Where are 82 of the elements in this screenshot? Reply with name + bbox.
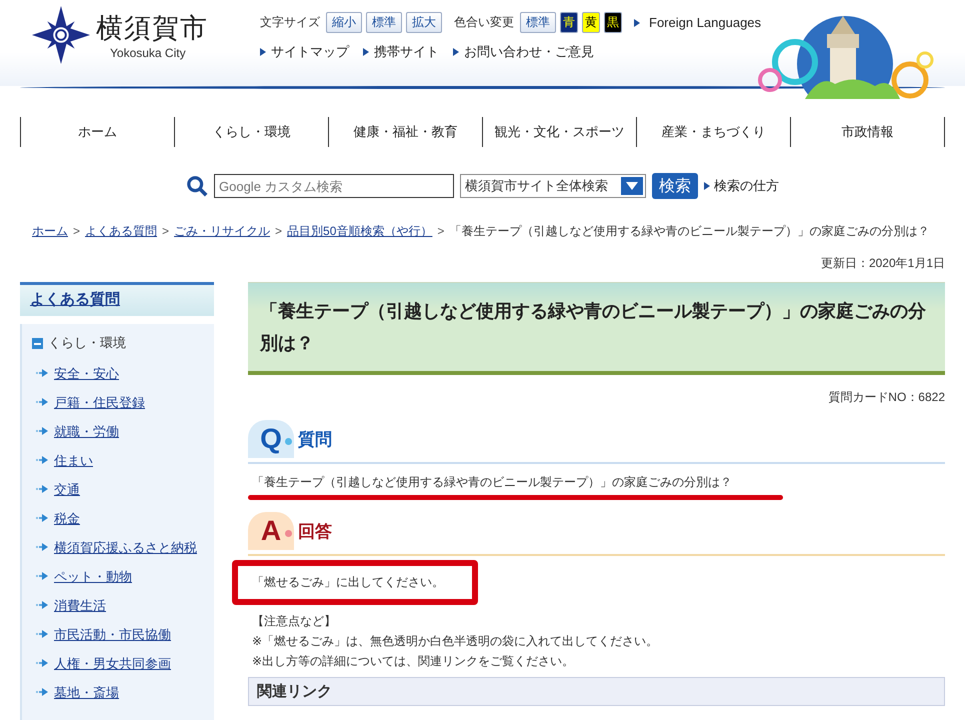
- breadcrumb-link[interactable]: よくある質問: [85, 224, 158, 238]
- sidebar-link[interactable]: 住まい: [54, 451, 93, 470]
- triangle-icon: [704, 182, 710, 190]
- question-text: 「養生テープ（引越しなど使用する緑や青のビニール製テープ）」の家庭ごみの分別は？: [252, 474, 733, 491]
- nav-tab[interactable]: 観光・文化・スポーツ: [483, 117, 637, 147]
- arrow-icon: [36, 572, 48, 580]
- sidebar-link[interactable]: 横須賀応援ふるさと納税: [54, 538, 197, 557]
- color-theme-button[interactable]: 黄: [582, 12, 600, 33]
- question-heading: 質問: [298, 428, 332, 450]
- updated-date: 更新日：2020年1月1日: [820, 256, 945, 270]
- answer-heading: 回答: [298, 520, 332, 542]
- related-links-heading: 関連リンク: [248, 677, 945, 706]
- text-size-button[interactable]: 標準: [366, 12, 402, 33]
- nav-tab[interactable]: くらし・環境: [175, 117, 329, 147]
- arrow-icon: [36, 398, 48, 406]
- breadcrumb-link[interactable]: ごみ・リサイクル: [174, 224, 270, 238]
- sidebar-category: くらし・環境: [48, 334, 126, 352]
- breadcrumb-current: 「養生テープ（引越しなど使用する緑や青のビニール製テープ）」の家庭ごみの分別は？: [449, 224, 930, 238]
- note-text: ※出し方等の詳細については、関連リンクをご覧ください。: [252, 653, 576, 670]
- color-theme-button[interactable]: 標準: [520, 12, 556, 33]
- emblem-icon: [32, 6, 90, 64]
- color-change-label: 色合い変更: [454, 14, 514, 31]
- breadcrumb-link[interactable]: 品目別50音順検索（や行）: [287, 224, 432, 238]
- utility-link[interactable]: お問い合わせ・ご意見: [464, 43, 594, 61]
- city-subtitle: Yokosuka City: [110, 46, 187, 60]
- utility-link[interactable]: 携帯サイト: [374, 43, 439, 61]
- sidebar-link[interactable]: 安全・安心: [54, 364, 119, 383]
- breadcrumb-separator: >: [73, 224, 80, 238]
- triangle-icon: [634, 18, 640, 26]
- search-field[interactable]: Google カスタム検索: [214, 174, 454, 198]
- city-name: 横須賀市: [96, 12, 208, 45]
- text-size-button[interactable]: 拡大: [406, 12, 442, 33]
- question-card-number: 質問カードNO：6822: [828, 390, 945, 404]
- arrow-icon: [36, 514, 48, 522]
- nav-tab[interactable]: 健康・福祉・教育: [329, 117, 483, 147]
- text-size-label: 文字サイズ: [260, 14, 320, 31]
- breadcrumb-link[interactable]: ホーム: [32, 224, 68, 238]
- note-text: 【注意点など】: [252, 613, 337, 630]
- nav-tab[interactable]: 市政情報: [791, 117, 945, 147]
- sidebar-link[interactable]: 税金: [54, 509, 80, 528]
- breadcrumb-separator: >: [162, 224, 170, 238]
- search-help-link[interactable]: 検索の仕方: [714, 177, 779, 195]
- answer-text: 「燃せるごみ」に出してください。: [252, 575, 444, 589]
- arrow-icon: [36, 688, 48, 696]
- triangle-icon: [453, 48, 459, 56]
- text-size-button[interactable]: 縮小: [326, 12, 362, 33]
- collapse-icon[interactable]: [32, 338, 43, 348]
- note-text: ※「燃せるごみ」は、無色透明か白色半透明の袋に入れて出してください。: [252, 633, 660, 650]
- sidebar-link[interactable]: 墓地・斎場: [54, 683, 119, 702]
- breadcrumb-separator: >: [437, 224, 444, 238]
- sidebar-link[interactable]: 就職・労働: [54, 422, 119, 441]
- arrow-icon: [36, 456, 48, 464]
- arrow-icon: [36, 659, 48, 667]
- nav-tab[interactable]: ホーム: [21, 117, 175, 147]
- sidebar-link[interactable]: ペット・動物: [54, 567, 132, 586]
- foreign-languages-link[interactable]: Foreign Languages: [649, 15, 762, 30]
- search-icon: [186, 175, 208, 197]
- color-theme-button[interactable]: 黒: [604, 12, 622, 33]
- search-scope-dropdown[interactable]: 横須賀市サイト全体検索: [460, 174, 646, 198]
- arrow-icon: [36, 369, 48, 377]
- question-badge: Q: [248, 420, 294, 458]
- arrow-icon: [36, 427, 48, 435]
- color-theme-button[interactable]: 青: [560, 12, 578, 33]
- triangle-icon: [363, 48, 369, 56]
- arrow-icon: [36, 543, 48, 551]
- search-button[interactable]: 検索: [652, 173, 698, 199]
- nav-tab[interactable]: 産業・まちづくり: [637, 117, 791, 147]
- arrow-icon: [36, 485, 48, 493]
- arrow-icon: [36, 630, 48, 638]
- arrow-icon: [36, 601, 48, 609]
- sidebar-title[interactable]: よくある質問: [20, 282, 214, 316]
- sidebar-link[interactable]: 消費生活: [54, 596, 106, 615]
- sidebar-link[interactable]: 交通: [54, 480, 80, 499]
- breadcrumb-separator: >: [275, 224, 282, 238]
- answer-badge: A: [248, 512, 294, 550]
- caret-icon: [626, 182, 638, 190]
- utility-link[interactable]: サイトマップ: [271, 43, 349, 61]
- triangle-icon: [260, 48, 266, 56]
- sidebar-link[interactable]: 戸籍・住民登録: [54, 393, 145, 412]
- page-title: 「養生テープ（引越しなど使用する緑や青のビニール製テープ）」の家庭ごみの分別は？: [248, 282, 945, 375]
- sidebar-link[interactable]: 人権・男女共同参画: [54, 654, 171, 673]
- sidebar-link[interactable]: 市民活動・市民協働: [54, 625, 171, 644]
